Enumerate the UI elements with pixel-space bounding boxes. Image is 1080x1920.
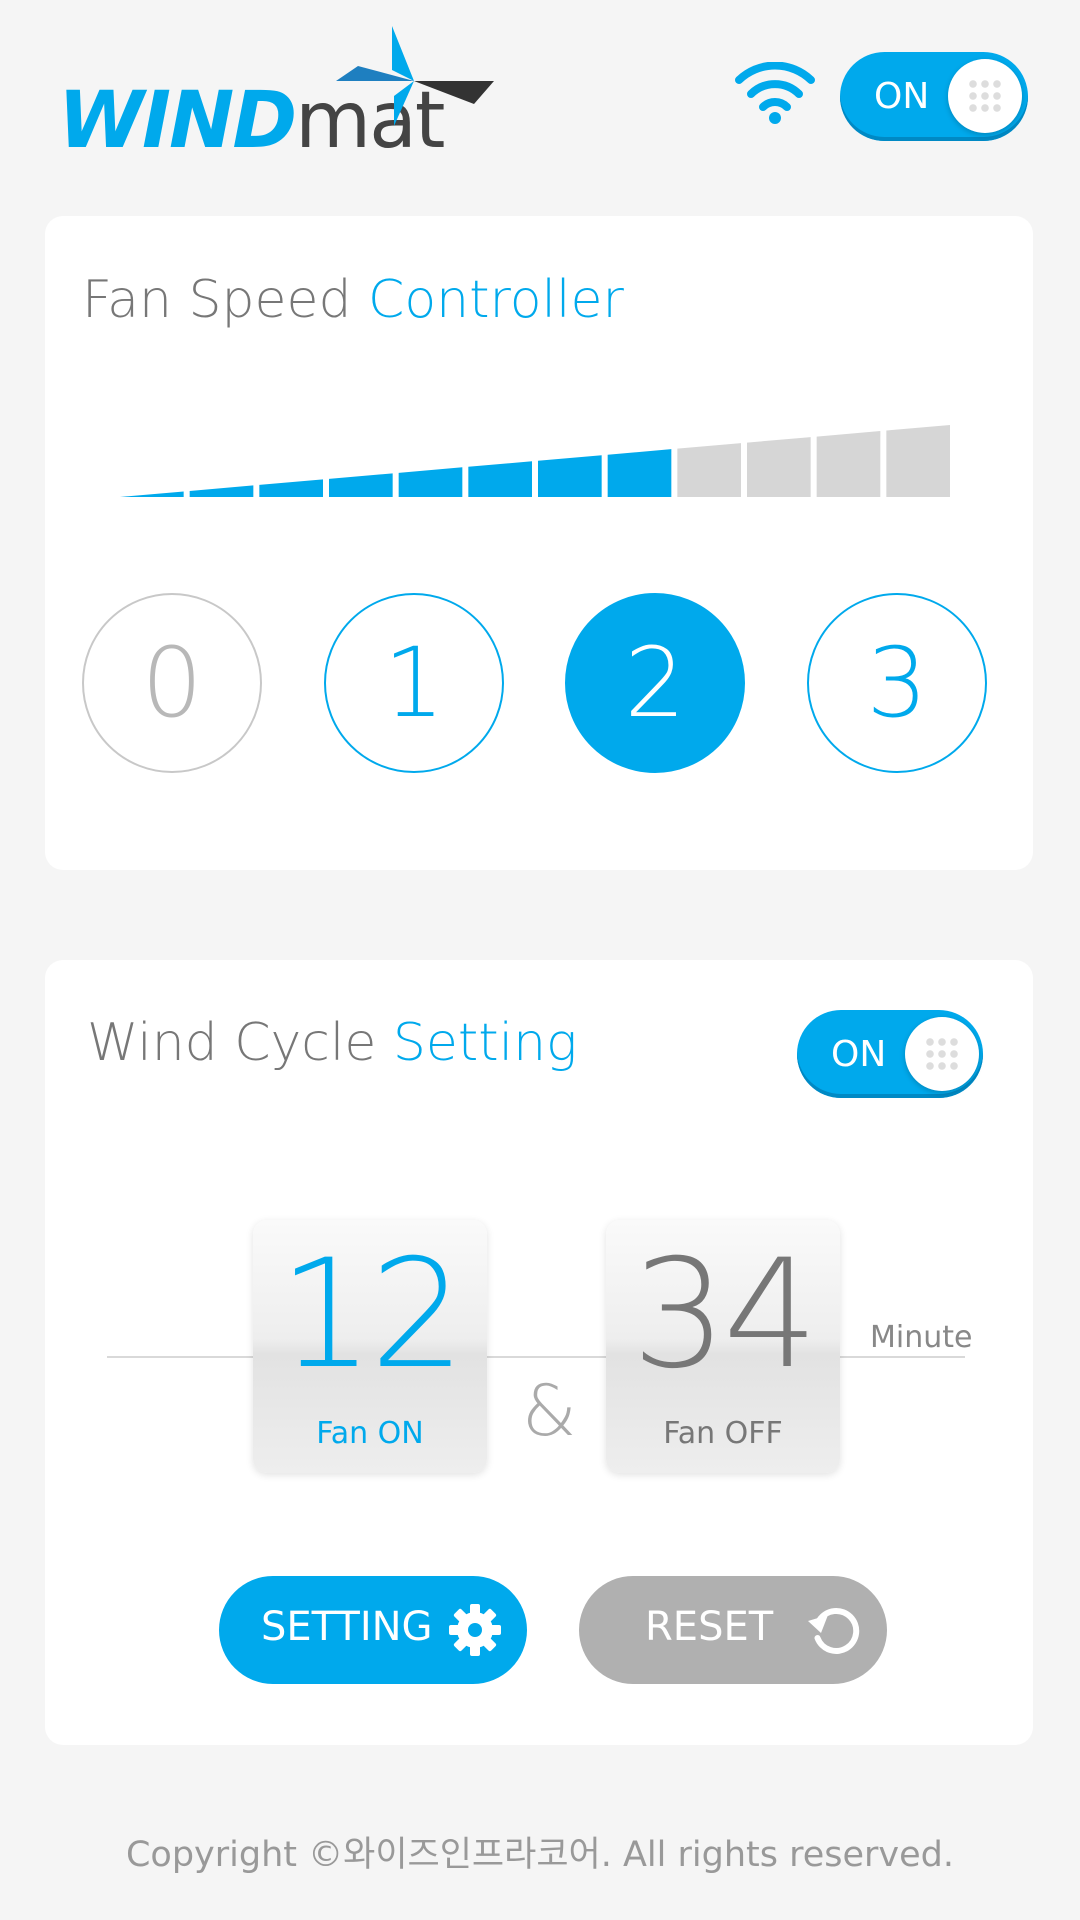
speed-button-2[interactable]: 2 [565, 593, 745, 773]
speed-button-3-label: 3 [866, 627, 928, 739]
fan-on-minutes-tile[interactable]: 12 Fan ON [253, 1220, 487, 1473]
level-segment-5 [398, 467, 463, 497]
wind-cycle-title-primary: Wind Cycle [87, 1013, 377, 1073]
level-segment-8 [607, 449, 672, 497]
copyright-text: Copyright ©와이즈인프라코어. All rights reserved… [125, 1835, 954, 1875]
reset-button-label: RESET [645, 1604, 774, 1650]
ampersand-separator: & [522, 1370, 577, 1452]
fan-on-minutes-value: 12 [278, 1228, 466, 1402]
power-toggle-knob [948, 59, 1022, 133]
level-segment-3 [259, 479, 323, 497]
level-segment-7 [538, 455, 602, 497]
cycle-divider-middle [485, 1356, 607, 1358]
wifi-icon [735, 62, 815, 124]
speed-button-1-label: 1 [383, 627, 445, 739]
level-segment-12 [886, 425, 950, 497]
gear-icon [449, 1604, 501, 1656]
level-segment-9 [677, 443, 741, 497]
cycle-divider-right [835, 1356, 965, 1358]
fan-speed-title-accent: Controller [368, 270, 624, 330]
minute-unit-label: Minute [870, 1320, 973, 1355]
speed-button-1[interactable]: 1 [324, 593, 504, 773]
wind-cycle-title-accent: Setting [392, 1013, 578, 1073]
windmat-logo: WINDmat [58, 26, 494, 166]
speed-button-2-label: 2 [624, 627, 686, 739]
power-toggle[interactable]: ON [840, 52, 1028, 141]
setting-button-label: SETTING [261, 1604, 433, 1650]
wind-cycle-title: Wind Cycle Setting [87, 1013, 577, 1073]
wind-cycle-toggle-label: ON [831, 1034, 887, 1075]
level-segment-1 [120, 491, 184, 497]
power-toggle-label: ON [874, 76, 930, 117]
fan-speed-level-bar [120, 425, 950, 497]
reset-icon [808, 1608, 860, 1654]
level-segment-10 [747, 437, 811, 497]
cycle-divider-left [107, 1356, 257, 1358]
reset-button[interactable]: RESET [579, 1576, 887, 1684]
speed-button-0-label: 0 [141, 627, 203, 739]
wind-cycle-toggle[interactable]: ON [797, 1010, 983, 1098]
level-segment-11 [816, 431, 881, 497]
pinwheel-logo-icon [336, 26, 494, 126]
wind-cycle-toggle-knob [905, 1017, 979, 1091]
level-segment-4 [329, 473, 393, 497]
level-segment-6 [468, 461, 532, 497]
fan-speed-title-primary: Fan Speed [82, 270, 352, 330]
fan-off-minutes-value: 34 [631, 1228, 819, 1402]
logo-wind-text: WIND [58, 76, 297, 166]
fan-on-caption: Fan ON [316, 1416, 424, 1451]
speed-button-0[interactable]: 0 [82, 593, 262, 773]
setting-button[interactable]: SETTING [219, 1576, 527, 1684]
fan-off-caption: Fan OFF [663, 1416, 783, 1451]
fan-speed-title: Fan Speed Controller [82, 270, 624, 330]
speed-button-3[interactable]: 3 [807, 593, 987, 773]
fan-off-minutes-tile[interactable]: 34 Fan OFF [606, 1220, 840, 1473]
level-segment-2 [189, 485, 254, 497]
